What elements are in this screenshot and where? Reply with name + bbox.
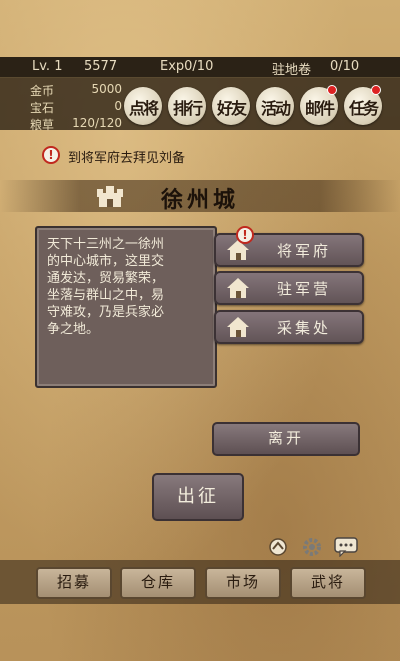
- gem-label: 宝石: [30, 101, 55, 115]
- tab-warehouse[interactable]: 仓库: [120, 567, 196, 599]
- city-description: 天下十三州之一徐州 的中心城市，这里交 通发达，贸易繁荣， 坐落与群山之中，易 …: [47, 237, 165, 337]
- city-description-panel: 天下十三州之一徐州 的中心城市，这里交 通发达，贸易繁荣， 坐落与群山之中，易 …: [35, 226, 217, 388]
- building-gathering-button[interactable]: 采集处: [214, 310, 364, 344]
- quest-tip[interactable]: 到将军府去拜见刘备: [68, 147, 185, 166]
- leave-button[interactable]: 离开: [212, 422, 360, 456]
- garrison-value: 0/10: [330, 59, 360, 74]
- building-barracks-button[interactable]: 驻军营: [214, 271, 364, 305]
- campaign-button[interactable]: 出征: [152, 473, 244, 521]
- quest-notification-dot: [371, 85, 381, 95]
- player-level: Lv. 1: [32, 59, 63, 74]
- gear-icon[interactable]: [302, 537, 322, 557]
- city-name: 徐州城: [160, 187, 239, 213]
- menu-button-mail[interactable]: 邮件: [300, 85, 338, 125]
- exclamation-icon: !: [236, 226, 254, 244]
- gold-value: 5000: [91, 82, 122, 96]
- gold-label: 金币: [30, 84, 55, 98]
- chat-icon[interactable]: [334, 537, 358, 557]
- house-icon: [227, 278, 249, 298]
- food-label: 粮草: [30, 118, 55, 132]
- food-value: 120/120: [72, 116, 122, 130]
- gold-stat: 金币 5000: [30, 81, 122, 98]
- menu-button-friends[interactable]: 好友: [212, 87, 250, 125]
- house-icon: [227, 317, 249, 337]
- tab-market[interactable]: 市场: [205, 567, 281, 599]
- exclamation-icon: !: [42, 146, 60, 164]
- player-exp: Exp0/10: [160, 59, 214, 74]
- menu-button-ranking[interactable]: 排行: [168, 87, 206, 125]
- tab-generals[interactable]: 武将: [290, 567, 366, 599]
- menu-button-generals[interactable]: 点将: [124, 87, 162, 125]
- gem-stat: 宝石 0: [30, 98, 122, 115]
- mail-notification-dot: [327, 85, 337, 95]
- player-status-bar: Lv. 1 5577 Exp0/10 驻地卷 0/10: [0, 57, 400, 78]
- player-power: 5577: [84, 59, 118, 74]
- tab-recruit[interactable]: 招募: [36, 567, 112, 599]
- soldier-icon[interactable]: [268, 537, 288, 557]
- gem-value: 0: [114, 99, 122, 113]
- menu-button-events[interactable]: 活动: [256, 87, 294, 125]
- menu-button-quests[interactable]: 任务: [344, 85, 382, 125]
- garrison-label: 驻地卷: [272, 63, 312, 78]
- food-stat: 粮草 120/120: [30, 115, 122, 132]
